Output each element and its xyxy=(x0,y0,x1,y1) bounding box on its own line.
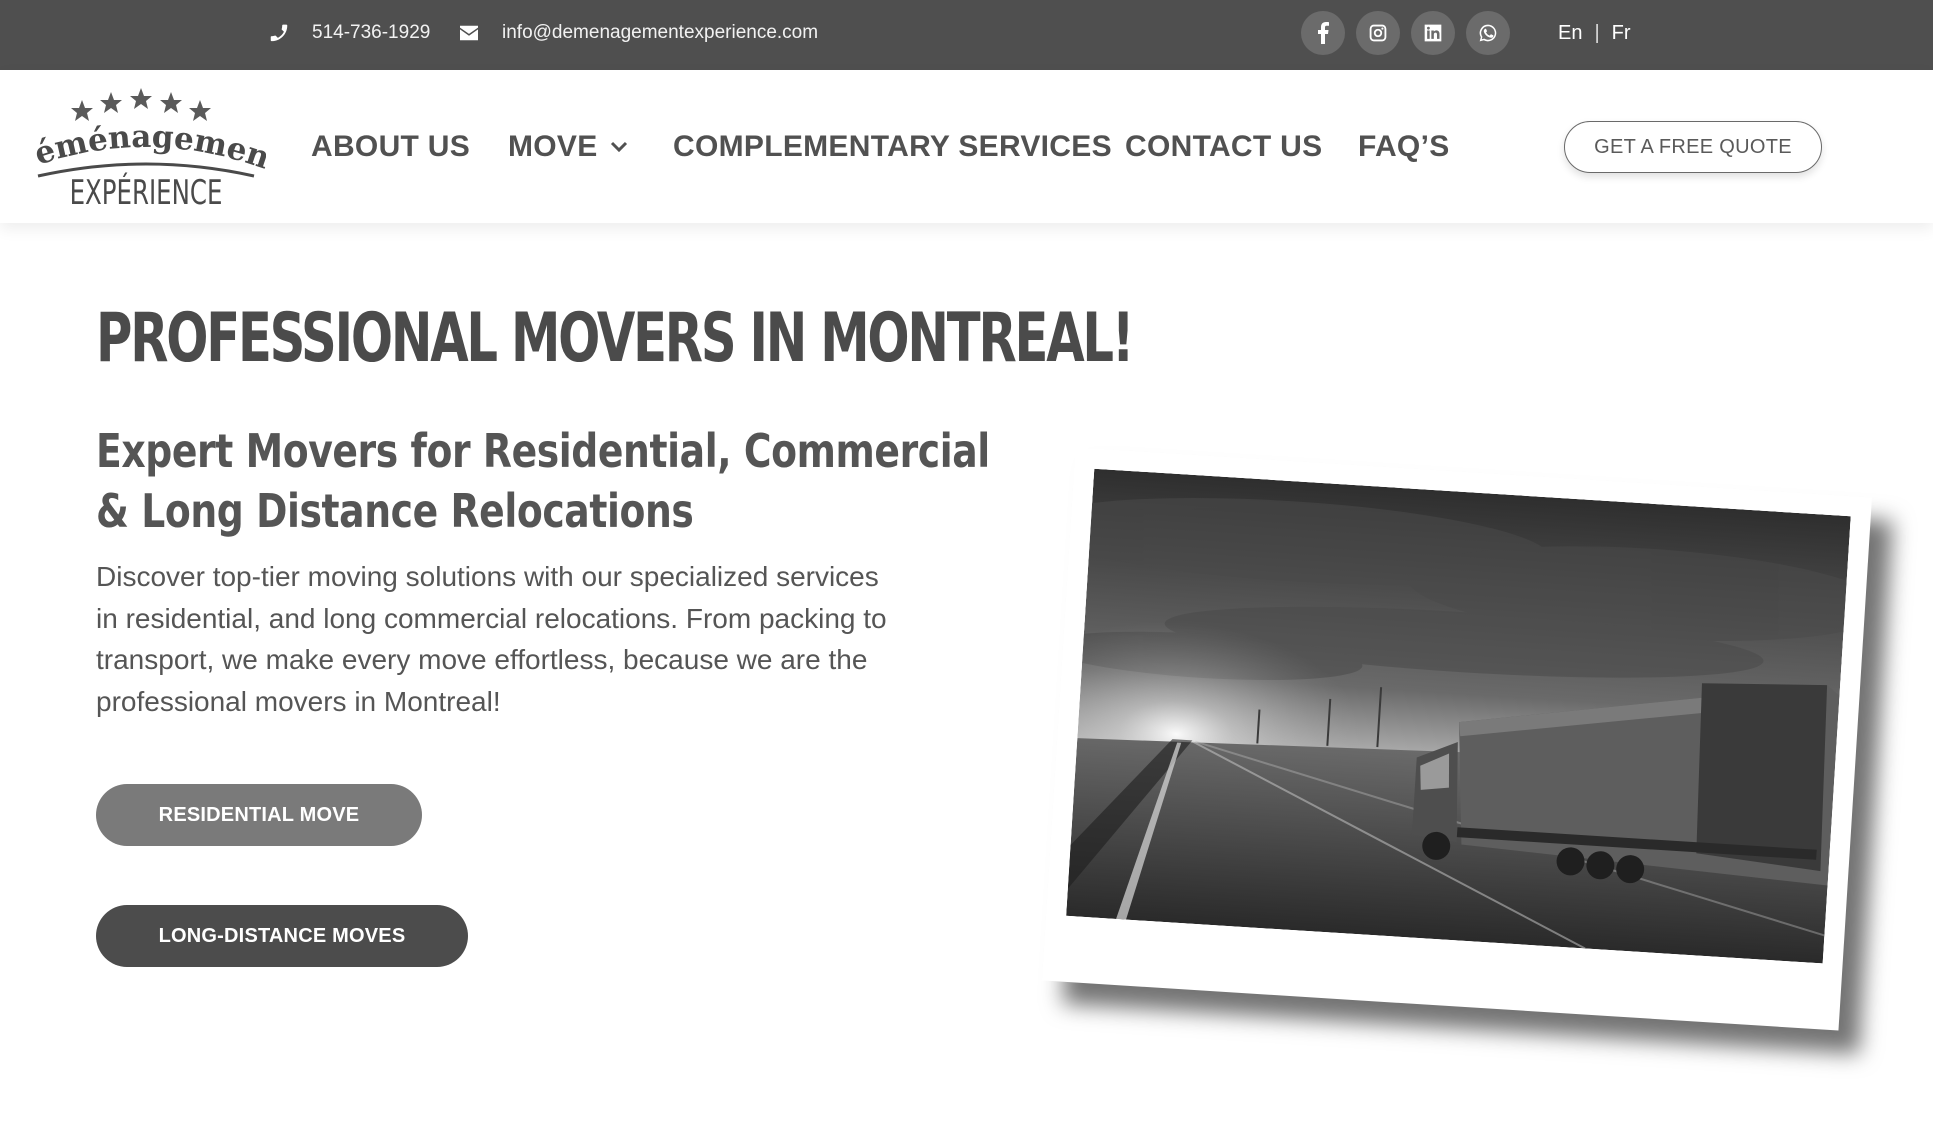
logo-star-icon xyxy=(189,100,211,121)
logo-text-line2: EXPÉRIENCE xyxy=(70,173,223,211)
nav-complementary-services[interactable]: COMPLEMENTARY SERVICES xyxy=(673,70,1112,223)
hero-photo-frame xyxy=(1042,447,1872,1031)
whatsapp-button[interactable] xyxy=(1466,11,1510,55)
email-address: info@demenagementexperience.com xyxy=(502,22,819,43)
email-link[interactable]: info@demenagementexperience.com xyxy=(458,0,818,66)
get-free-quote-button[interactable]: GET A FREE QUOTE xyxy=(1564,121,1822,173)
residential-move-button[interactable]: RESIDENTIAL MOVE xyxy=(96,784,422,846)
envelope-icon xyxy=(460,25,478,41)
linkedin-button[interactable] xyxy=(1411,11,1455,55)
facebook-icon xyxy=(1318,22,1329,44)
logo-graphic: Déménagement EXPÉRIENCE xyxy=(13,58,275,213)
nav-move-label: MOVE xyxy=(508,129,598,163)
logo-star-icon xyxy=(100,92,122,113)
hero-subtitle: Expert Movers for Residential, Commercia… xyxy=(96,421,990,541)
facebook-button[interactable] xyxy=(1301,11,1345,55)
nav-about-us[interactable]: ABOUT US xyxy=(311,70,470,223)
nav-faq[interactable]: FAQ’S xyxy=(1358,70,1450,223)
site-logo[interactable]: Déménagement EXPÉRIENCE xyxy=(13,58,275,213)
logo-star-icon xyxy=(160,92,182,113)
hero-description: Discover top-tier moving solutions with … xyxy=(96,561,887,717)
social-links xyxy=(1301,11,1510,55)
whatsapp-icon xyxy=(1479,24,1497,42)
nav-contact-us[interactable]: CONTACT US xyxy=(1125,70,1322,223)
phone-icon xyxy=(270,24,288,42)
language-switcher: En | Fr xyxy=(1558,0,1631,66)
hero-title: PROFESSIONAL MOVERS IN MONTREAL! xyxy=(96,299,1135,378)
instagram-icon xyxy=(1369,24,1387,42)
long-distance-moves-button[interactable]: LONG-DISTANCE MOVES xyxy=(96,905,468,967)
lang-en-link[interactable]: En xyxy=(1558,22,1582,45)
logo-star-icon xyxy=(130,88,152,109)
instagram-button[interactable] xyxy=(1356,11,1400,55)
logo-star-icon xyxy=(71,100,93,121)
phone-number: 514-736-1929 xyxy=(312,22,431,43)
phone-link[interactable]: 514-736-1929 xyxy=(268,0,430,66)
linkedin-icon xyxy=(1424,24,1442,42)
main-header: Déménagement EXPÉRIENCE ABOUT US MOVE CO… xyxy=(0,58,1933,223)
truck-highway-image xyxy=(1066,468,1851,964)
chevron-down-icon xyxy=(610,141,627,152)
top-bar: 514-736-1929 info@demenagementexperience… xyxy=(0,0,1933,70)
nav-move[interactable]: MOVE xyxy=(508,70,628,223)
lang-separator: | xyxy=(1594,21,1600,44)
hero-subtitle-line2: & Long Distance Relocations xyxy=(96,484,694,538)
lang-fr-link[interactable]: Fr xyxy=(1612,22,1631,45)
hero-subtitle-line1: Expert Movers for Residential, Commercia… xyxy=(96,424,990,478)
